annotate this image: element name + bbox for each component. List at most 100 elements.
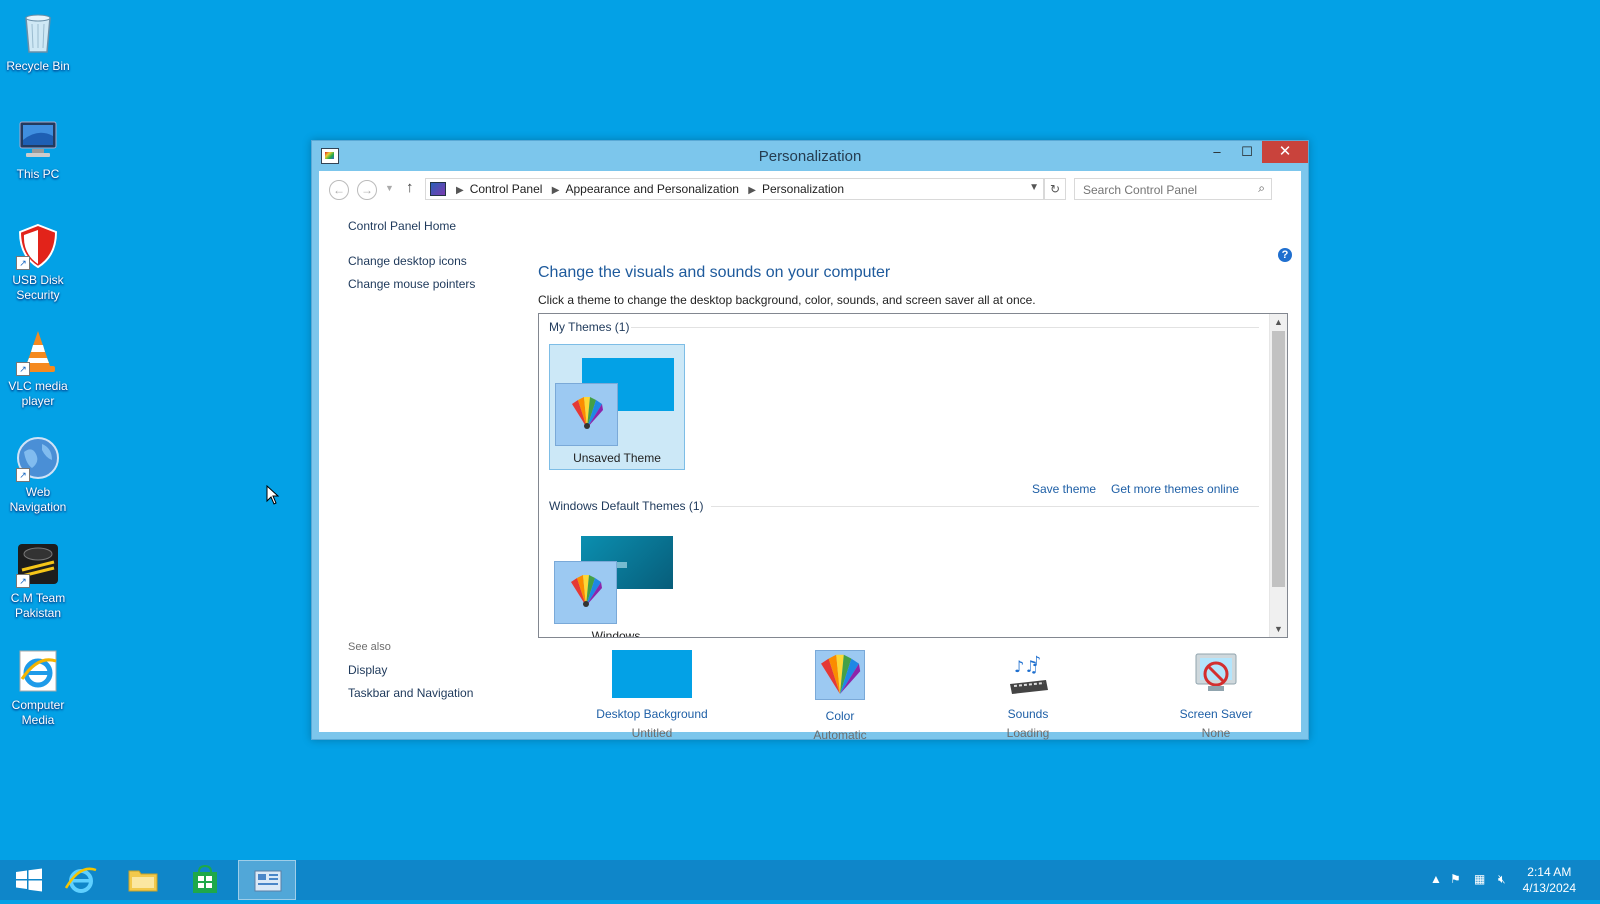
my-themes-header: My Themes (1): [549, 320, 630, 334]
action-center-flag-icon[interactable]: ⚑: [1450, 872, 1461, 886]
back-button[interactable]: ←: [329, 180, 349, 200]
svg-text:♪: ♪: [1032, 654, 1041, 670]
volume-muted-icon[interactable]: 🔇︎: [1498, 872, 1506, 887]
taskbar-navigation-link[interactable]: Taskbar and Navigation: [348, 686, 473, 700]
color-fan-icon: [815, 650, 865, 700]
chevron-right-icon[interactable]: ▶: [456, 185, 464, 196]
search-icon[interactable]: ⌕: [1258, 181, 1265, 196]
desktop-icon-computer-media[interactable]: Computer Media: [0, 643, 76, 728]
shortcut-arrow-icon: ↗: [16, 362, 30, 376]
desktop-icon-label: Web Navigation: [9, 485, 67, 514]
store-taskbar-button[interactable]: [176, 860, 234, 900]
desktop-background-label[interactable]: Desktop Background: [577, 707, 727, 721]
desktop-background-item[interactable]: Desktop Background Untitled: [577, 650, 727, 740]
screen-saver-icon: [1192, 650, 1240, 698]
desktop-icon-this-pc[interactable]: This PC: [0, 112, 76, 182]
screen-saver-item[interactable]: Screen Saver None: [1141, 650, 1291, 740]
search-box[interactable]: ⌕: [1074, 178, 1272, 200]
chevron-right-icon[interactable]: ▶: [552, 185, 560, 196]
network-icon[interactable]: ▦: [1474, 872, 1485, 886]
system-clock[interactable]: 2:14 AM 4/13/2024: [1523, 864, 1576, 896]
computer-icon: [14, 116, 62, 164]
shortcut-arrow-icon: ↗: [16, 468, 30, 482]
get-more-themes-link[interactable]: Get more themes online: [1111, 482, 1239, 496]
refresh-button[interactable]: ↻: [1044, 178, 1066, 200]
color-fan-icon: [554, 561, 617, 624]
scrollbar-thumb[interactable]: [1272, 331, 1285, 587]
sounds-label[interactable]: Sounds: [953, 707, 1103, 721]
address-toolbar: ← → ▼ ↑ ▶ Control Panel ▶ Appearance and P…: [319, 171, 1301, 207]
sounds-value: Loading: [1006, 726, 1050, 740]
cm-team-logo-icon: ↗: [14, 540, 62, 588]
desktop-icon-label: USB Disk Security: [12, 273, 64, 302]
desktop-icon-recycle-bin[interactable]: Recycle Bin: [0, 4, 76, 74]
breadcrumb-appearance[interactable]: Appearance and Personalization: [565, 182, 738, 196]
desktop-icon-cm-team[interactable]: ↗ C.M Team Pakistan: [0, 536, 76, 621]
desktop-background-icon: [612, 650, 692, 698]
recycle-bin-icon: [14, 8, 62, 56]
desktop-icon-label: VLC media player: [8, 379, 68, 408]
maximize-button[interactable]: ☐: [1232, 141, 1262, 163]
up-button[interactable]: ↑: [406, 179, 414, 196]
desktop-icon-usb-disk-security[interactable]: ↗ USB Disk Security: [0, 218, 76, 303]
sounds-item[interactable]: ♪♫ ♪ Sounds Loading: [953, 650, 1103, 740]
control-panel-home-link[interactable]: Control Panel Home: [348, 219, 456, 233]
color-item[interactable]: Color Automatic: [765, 650, 915, 742]
vertical-scrollbar[interactable]: ▲ ▼: [1269, 314, 1287, 637]
page-heading: Change the visuals and sounds on your co…: [538, 264, 891, 281]
title-bar[interactable]: Personalization – ☐ ✕: [312, 141, 1308, 171]
content-area: Control Panel Home Change desktop icons …: [319, 207, 1301, 742]
theme-label: Windows: [591, 629, 641, 638]
clock-date: 4/13/2024: [1522, 881, 1576, 895]
desktop-icon-web-navigation[interactable]: ↗ Web Navigation: [0, 430, 76, 515]
theme-label: Unsaved Theme: [573, 451, 661, 465]
folder-icon: [128, 870, 158, 892]
shield-icon: ↗: [14, 222, 62, 270]
show-hidden-icons-button[interactable]: ▲: [1430, 872, 1442, 886]
desktop-background-value: Untitled: [631, 726, 673, 740]
window-title: Personalization: [758, 148, 862, 165]
desktop-icon-vlc[interactable]: ↗ VLC media player: [0, 324, 76, 409]
change-desktop-icons-link[interactable]: Change desktop icons: [348, 254, 467, 268]
color-label[interactable]: Color: [765, 709, 915, 723]
page-subtext: Click a theme to change the desktop back…: [538, 293, 1036, 307]
themes-list: My Themes (1) Unsaved Theme Save theme G…: [538, 313, 1288, 638]
internet-explorer-taskbar-button[interactable]: [52, 860, 110, 900]
change-mouse-pointers-link[interactable]: Change mouse pointers: [348, 277, 475, 291]
clock-time: 2:14 AM: [1527, 865, 1572, 879]
minimize-button[interactable]: –: [1202, 141, 1232, 163]
desktop-icon-label: This PC: [16, 167, 60, 181]
screen-saver-label[interactable]: Screen Saver: [1141, 707, 1291, 721]
desktop-icon-label: Recycle Bin: [6, 59, 70, 73]
control-panel-taskbar-button[interactable]: [238, 860, 296, 900]
chevron-right-icon[interactable]: ▶: [748, 185, 756, 196]
globe-icon: ↗: [14, 434, 62, 482]
file-explorer-taskbar-button[interactable]: [114, 860, 172, 900]
start-button[interactable]: [0, 860, 58, 900]
desktop-icon-label: Computer Media: [11, 698, 65, 727]
shortcut-arrow-icon: ↗: [16, 256, 30, 270]
scroll-up-icon[interactable]: ▲: [1270, 317, 1287, 327]
help-icon[interactable]: ?: [1278, 248, 1292, 262]
breadcrumb-personalization[interactable]: Personalization: [762, 182, 844, 196]
scroll-down-icon[interactable]: ▼: [1270, 624, 1287, 634]
internet-explorer-icon: [14, 647, 62, 695]
taskbar: ▲ ⚑ ▦ 🔇︎ 2:14 AM 4/13/2024: [0, 860, 1600, 900]
recent-pages-dropdown-icon[interactable]: ▼: [385, 183, 394, 193]
screen-saver-value: None: [1201, 726, 1231, 740]
close-button[interactable]: ✕: [1262, 141, 1308, 163]
forward-button[interactable]: →: [357, 180, 377, 200]
display-link[interactable]: Display: [348, 663, 387, 677]
control-panel-icon: [430, 182, 446, 196]
search-input[interactable]: [1081, 182, 1245, 198]
breadcrumb-control-panel[interactable]: Control Panel: [470, 182, 543, 196]
breadcrumb[interactable]: ▶ Control Panel ▶ Appearance and Personali…: [425, 178, 1044, 200]
vlc-cone-icon: ↗: [14, 328, 62, 376]
theme-tile-unsaved[interactable]: Unsaved Theme: [549, 344, 685, 470]
save-theme-link[interactable]: Save theme: [1032, 482, 1096, 496]
color-fan-icon: [555, 383, 618, 446]
address-dropdown-icon[interactable]: ▼: [1029, 182, 1039, 193]
theme-tile-windows[interactable]: Windows: [549, 523, 683, 638]
sounds-music-note-icon: ♪♫ ♪: [1004, 650, 1052, 698]
group-divider: [631, 327, 1259, 328]
